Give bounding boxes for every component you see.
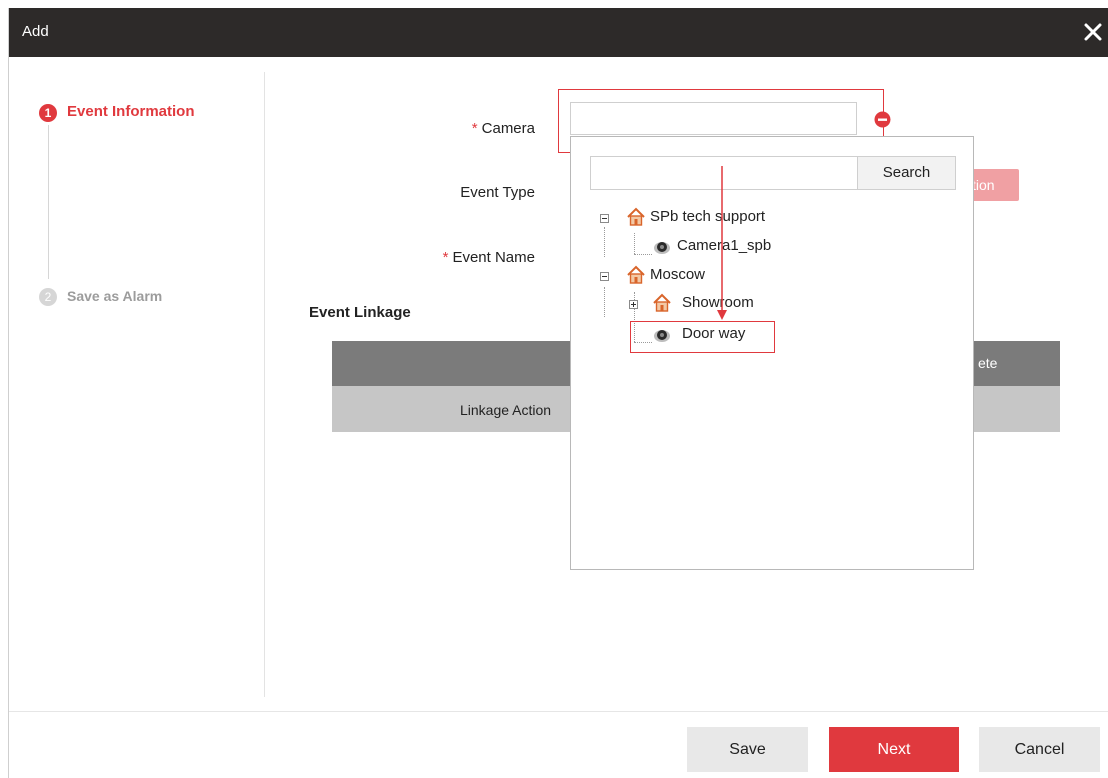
linkage-header-delete: ete (978, 355, 998, 371)
sidebar-divider (264, 72, 265, 697)
tree-node-label: Door way (682, 325, 746, 342)
tree-connector (634, 233, 635, 254)
tree-node-moscow[interactable]: Moscow (600, 264, 760, 288)
dialog-titlebar: Add (9, 8, 1108, 57)
tree-node-spb-tech-support[interactable]: SPb tech support (600, 206, 800, 230)
tree-node-label: SPb tech support (650, 208, 766, 225)
cancel-button[interactable]: Cancel (979, 727, 1100, 772)
clear-icon[interactable] (874, 111, 891, 128)
step-2-number: 2 (39, 288, 57, 306)
house-icon (626, 207, 646, 227)
step-2-label[interactable]: Save as Alarm (67, 288, 162, 304)
tree-node-door-way[interactable]: Door way (652, 323, 792, 347)
house-icon (626, 265, 646, 285)
close-icon[interactable] (1079, 18, 1107, 46)
house-icon (652, 293, 672, 313)
tree-connector (604, 227, 605, 257)
next-button[interactable]: Next (829, 727, 959, 772)
expand-icon[interactable] (629, 300, 638, 309)
collapse-icon[interactable] (600, 214, 609, 223)
tree-connector (604, 287, 605, 317)
camera-field[interactable] (570, 102, 857, 135)
dialog-title: Add (22, 23, 49, 40)
tree-node-label: Moscow (650, 266, 706, 283)
camera-label: * Camera (471, 120, 535, 137)
tree-connector (634, 342, 652, 343)
tree-node-camera1-spb[interactable]: Camera1_spb (652, 235, 812, 259)
camera-icon (652, 324, 672, 344)
step-1-label[interactable]: Event Information (67, 103, 195, 120)
step-connector (48, 125, 49, 279)
event-linkage-title: Event Linkage (309, 304, 411, 321)
footer-divider (9, 711, 1108, 712)
tree-node-showroom[interactable]: Showroom (629, 292, 789, 316)
step-1-number: 1 (39, 104, 57, 122)
tree-node-label: Camera1_spb (677, 237, 772, 254)
add-dialog: Add 1 Event Information 2 Save as Alarm … (8, 8, 1108, 778)
tree-node-label: Showroom (682, 294, 754, 311)
collapse-icon[interactable] (600, 272, 609, 281)
save-button[interactable]: Save (687, 727, 808, 772)
tree-connector (634, 254, 652, 255)
camera-dropdown: Search SPb tech support Camera1_spb Mosc… (570, 136, 974, 570)
event-type-label: Event Type (460, 184, 535, 201)
search-button[interactable]: Search (858, 156, 956, 190)
camera-icon (652, 236, 672, 256)
event-name-label: * Event Name (442, 249, 535, 266)
camera-search-input[interactable] (590, 156, 858, 190)
linkage-action-cell: Linkage Action (460, 402, 552, 418)
